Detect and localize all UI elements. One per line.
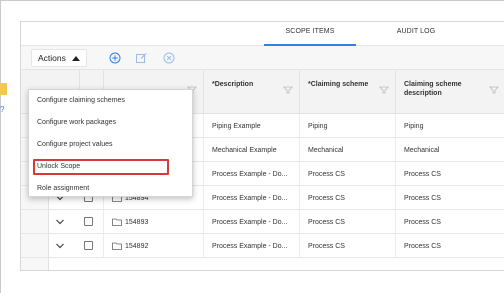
- id-cell: 154893: [103, 210, 203, 234]
- cancel-circle-icon[interactable]: [163, 52, 175, 64]
- claiming-scheme-cell: Process CS: [299, 186, 395, 210]
- claiming-scheme-cell: Mechanical: [299, 138, 395, 162]
- table-row[interactable]: 154892 Process Example - Do... Process C…: [21, 234, 504, 258]
- header-claiming-scheme-label: *Claiming scheme: [308, 81, 369, 88]
- id-value: 154893: [125, 218, 149, 226]
- scheme-description-cell: Process CS: [395, 186, 504, 210]
- id-value: 154892: [125, 242, 149, 250]
- highlight-box: [33, 159, 169, 175]
- description-cell: Piping Example: [203, 114, 299, 138]
- header-description: *Description: [203, 70, 299, 114]
- description-cell: Process Example - Do...: [203, 186, 299, 210]
- claiming-scheme-cell: Piping: [299, 114, 395, 138]
- add-circle-icon[interactable]: [109, 52, 121, 64]
- claiming-scheme-cell: Process CS: [299, 210, 395, 234]
- svg-text:?: ?: [0, 105, 5, 114]
- scope-app: SCOPE ITEMS AUDIT LOG Actions *Descripti…: [20, 21, 504, 271]
- folder-icon: [112, 242, 122, 250]
- row-checkbox[interactable]: [84, 241, 93, 250]
- folder-icon: [112, 218, 122, 226]
- filter-icon[interactable]: [379, 86, 389, 94]
- description-cell: Process Example - Do...: [203, 210, 299, 234]
- claiming-scheme-cell: Process CS: [299, 162, 395, 186]
- header-description-label: *Description: [212, 81, 254, 88]
- claiming-scheme-cell: Process CS: [299, 234, 395, 258]
- description-cell: Mechanical Example: [203, 138, 299, 162]
- scheme-description-cell: Process CS: [395, 210, 504, 234]
- actions-label: Actions: [38, 53, 66, 63]
- edit-icon[interactable]: [135, 52, 147, 64]
- tab-audit-log[interactable]: AUDIT LOG: [381, 28, 451, 35]
- filter-icon[interactable]: [489, 86, 499, 94]
- menu-item-configure-project-values[interactable]: Configure project values: [37, 141, 113, 148]
- header-scheme-description-label: Claiming scheme description: [404, 81, 462, 97]
- menu-item-configure-claiming-schemes[interactable]: Configure claiming schemes: [37, 97, 125, 104]
- chevron-down-icon[interactable]: [55, 218, 65, 226]
- id-cell: 154892: [103, 234, 203, 258]
- header-scheme-description: Claiming scheme description: [395, 70, 504, 114]
- menu-item-role-assignment[interactable]: Role assignment: [37, 185, 89, 192]
- table-row[interactable]: 154893 Process Example - Do... Process C…: [21, 210, 504, 234]
- actions-button[interactable]: Actions: [31, 49, 87, 67]
- header-claiming-scheme: *Claiming scheme: [299, 70, 395, 114]
- tab-scope-items[interactable]: SCOPE ITEMS: [266, 28, 354, 35]
- tab-bar: SCOPE ITEMS AUDIT LOG: [21, 22, 504, 46]
- description-cell: Process Example - Do...: [203, 234, 299, 258]
- scheme-description-cell: Process CS: [395, 234, 504, 258]
- partial-left-icon: ?: [0, 105, 5, 114]
- scheme-description-cell: Mechanical: [395, 138, 504, 162]
- scheme-description-cell: Process CS: [395, 162, 504, 186]
- actions-menu: Configure claiming schemes Configure wor…: [28, 89, 193, 197]
- description-cell: Process Example - Do...: [203, 162, 299, 186]
- chevron-down-icon[interactable]: [55, 242, 65, 250]
- scheme-description-cell: Piping: [395, 114, 504, 138]
- toolbar: Actions: [21, 46, 504, 70]
- filter-icon[interactable]: [283, 86, 293, 94]
- partial-left-icon: [0, 83, 7, 95]
- caret-up-icon: [71, 55, 80, 61]
- menu-item-configure-work-packages[interactable]: Configure work packages: [37, 119, 116, 126]
- row-checkbox[interactable]: [84, 217, 93, 226]
